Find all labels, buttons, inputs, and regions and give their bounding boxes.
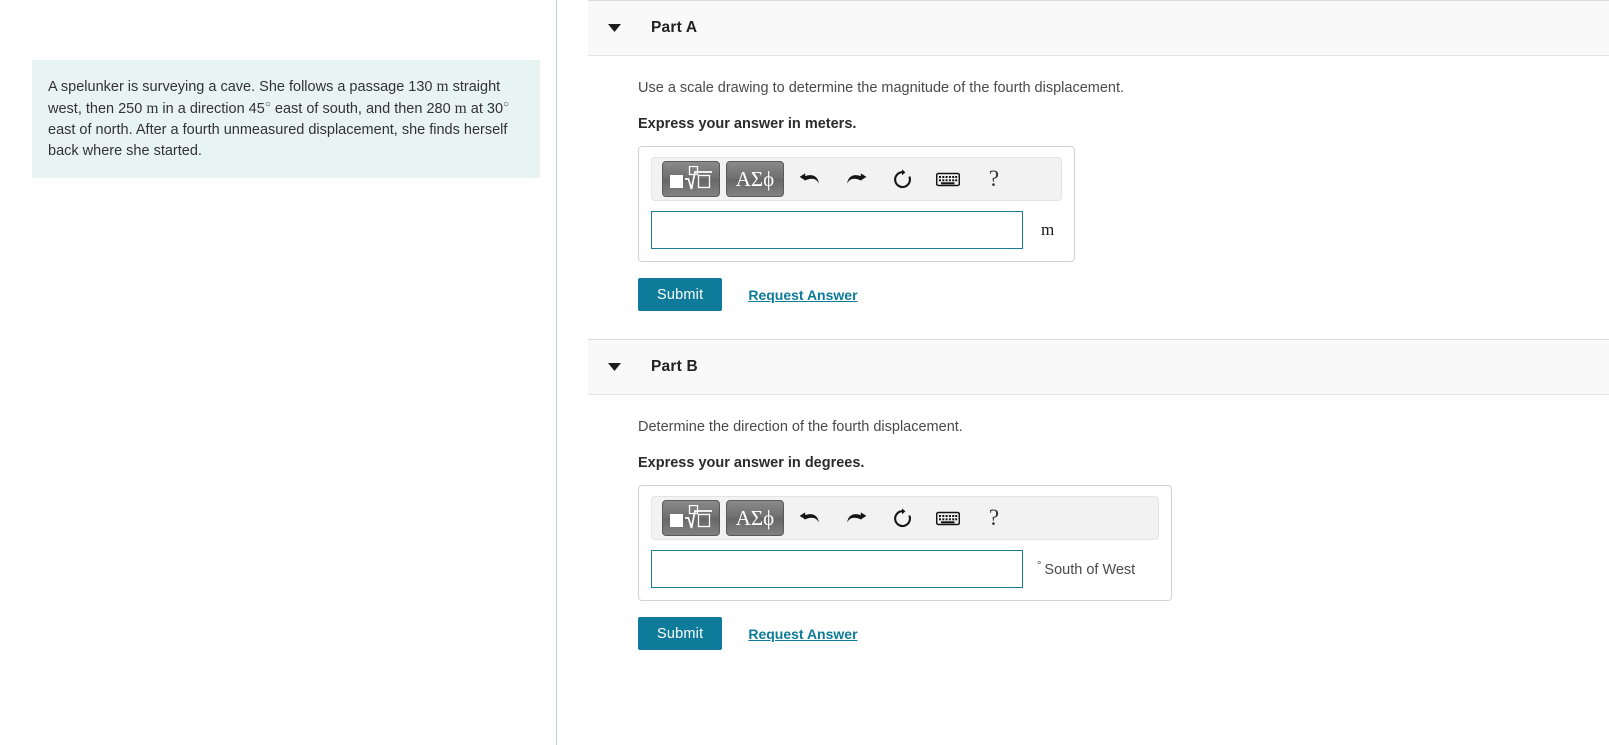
part-a-title: Part A: [651, 19, 698, 36]
problem-text-run: east of north. After a fourth unmeasured…: [48, 122, 508, 159]
greek-symbols-button[interactable]: ΑΣϕ: [726, 161, 784, 197]
redo-icon[interactable]: [836, 161, 876, 197]
reset-icon[interactable]: [882, 161, 922, 197]
part-b-request-answer-link[interactable]: Request Answer: [748, 626, 857, 642]
degree-symbol-2: ○: [503, 98, 510, 110]
undo-icon[interactable]: [790, 500, 830, 536]
math-template-button[interactable]: [662, 161, 720, 197]
problem-text-run: A spelunker is surveying a cave. She fol…: [48, 79, 437, 95]
greek-symbols-button[interactable]: ΑΣϕ: [726, 500, 784, 536]
part-a-block: Part A Use a scale drawing to determine …: [557, 0, 1609, 311]
part-a-submit-button[interactable]: Submit: [638, 278, 723, 311]
redo-icon[interactable]: [836, 500, 876, 536]
part-a-question: Use a scale drawing to determine the mag…: [638, 80, 1125, 96]
problem-statement: A spelunker is surveying a cave. She fol…: [32, 60, 540, 178]
help-icon[interactable]: ?: [974, 500, 1014, 536]
unit-meters-1: m: [436, 78, 449, 95]
keyboard-icon[interactable]: [928, 161, 968, 197]
part-b-question: Determine the direction of the fourth di…: [638, 419, 963, 435]
problem-text-run: in a direction 45: [158, 101, 265, 117]
problem-text-run: east of south, and then 280: [270, 101, 455, 117]
degree-symbol-icon: °: [1037, 560, 1042, 572]
chevron-down-icon[interactable]: [608, 24, 621, 32]
problem-text-run: at 30: [466, 101, 504, 117]
part-a-answer-box: ΑΣϕ ? m: [638, 146, 1075, 262]
unit-meters-2: m: [146, 100, 159, 117]
part-a-action-row: Submit Request Answer: [638, 278, 1609, 311]
part-b-title: Part B: [651, 358, 698, 375]
part-b-block: Part B Determine the direction of the fo…: [557, 339, 1609, 650]
part-a-body: Use a scale drawing to determine the mag…: [557, 56, 1609, 311]
part-b-body: Determine the direction of the fourth di…: [557, 395, 1609, 650]
part-a-request-answer-link[interactable]: Request Answer: [748, 287, 857, 303]
part-b-action-row: Submit Request Answer: [638, 617, 1609, 650]
reset-icon[interactable]: [882, 500, 922, 536]
part-a-answer-input[interactable]: [651, 211, 1023, 249]
part-a-header[interactable]: Part A: [588, 0, 1609, 56]
help-icon[interactable]: ?: [974, 161, 1014, 197]
part-b-math-toolbar: ΑΣϕ ?: [651, 496, 1159, 540]
undo-icon[interactable]: [790, 161, 830, 197]
unit-meters-3: m: [454, 100, 467, 117]
chevron-down-icon[interactable]: [608, 363, 621, 371]
part-a-math-toolbar: ΑΣϕ ?: [651, 157, 1062, 201]
part-b-input-row: ° South of West: [651, 550, 1159, 588]
page-root: A spelunker is surveying a cave. She fol…: [0, 0, 1609, 745]
part-b-answer-input[interactable]: [651, 550, 1023, 588]
answer-pane: Part A Use a scale drawing to determine …: [557, 0, 1609, 745]
part-b-submit-button[interactable]: Submit: [638, 617, 723, 650]
keyboard-icon[interactable]: [928, 500, 968, 536]
problem-pane: A spelunker is surveying a cave. She fol…: [0, 0, 557, 745]
part-a-express-instruction: Express your answer in meters.: [638, 116, 857, 132]
part-b-answer-box: ΑΣϕ ? ° South of West: [638, 485, 1172, 601]
part-a-unit-label: m: [1041, 220, 1055, 239]
math-template-button[interactable]: [662, 500, 720, 536]
part-b-unit-suffix: South of West: [1044, 562, 1136, 578]
part-b-express-instruction: Express your answer in degrees.: [638, 455, 865, 471]
part-a-input-row: m: [651, 211, 1062, 249]
part-b-unit-label: ° South of West: [1037, 560, 1135, 578]
part-b-header[interactable]: Part B: [588, 339, 1609, 395]
